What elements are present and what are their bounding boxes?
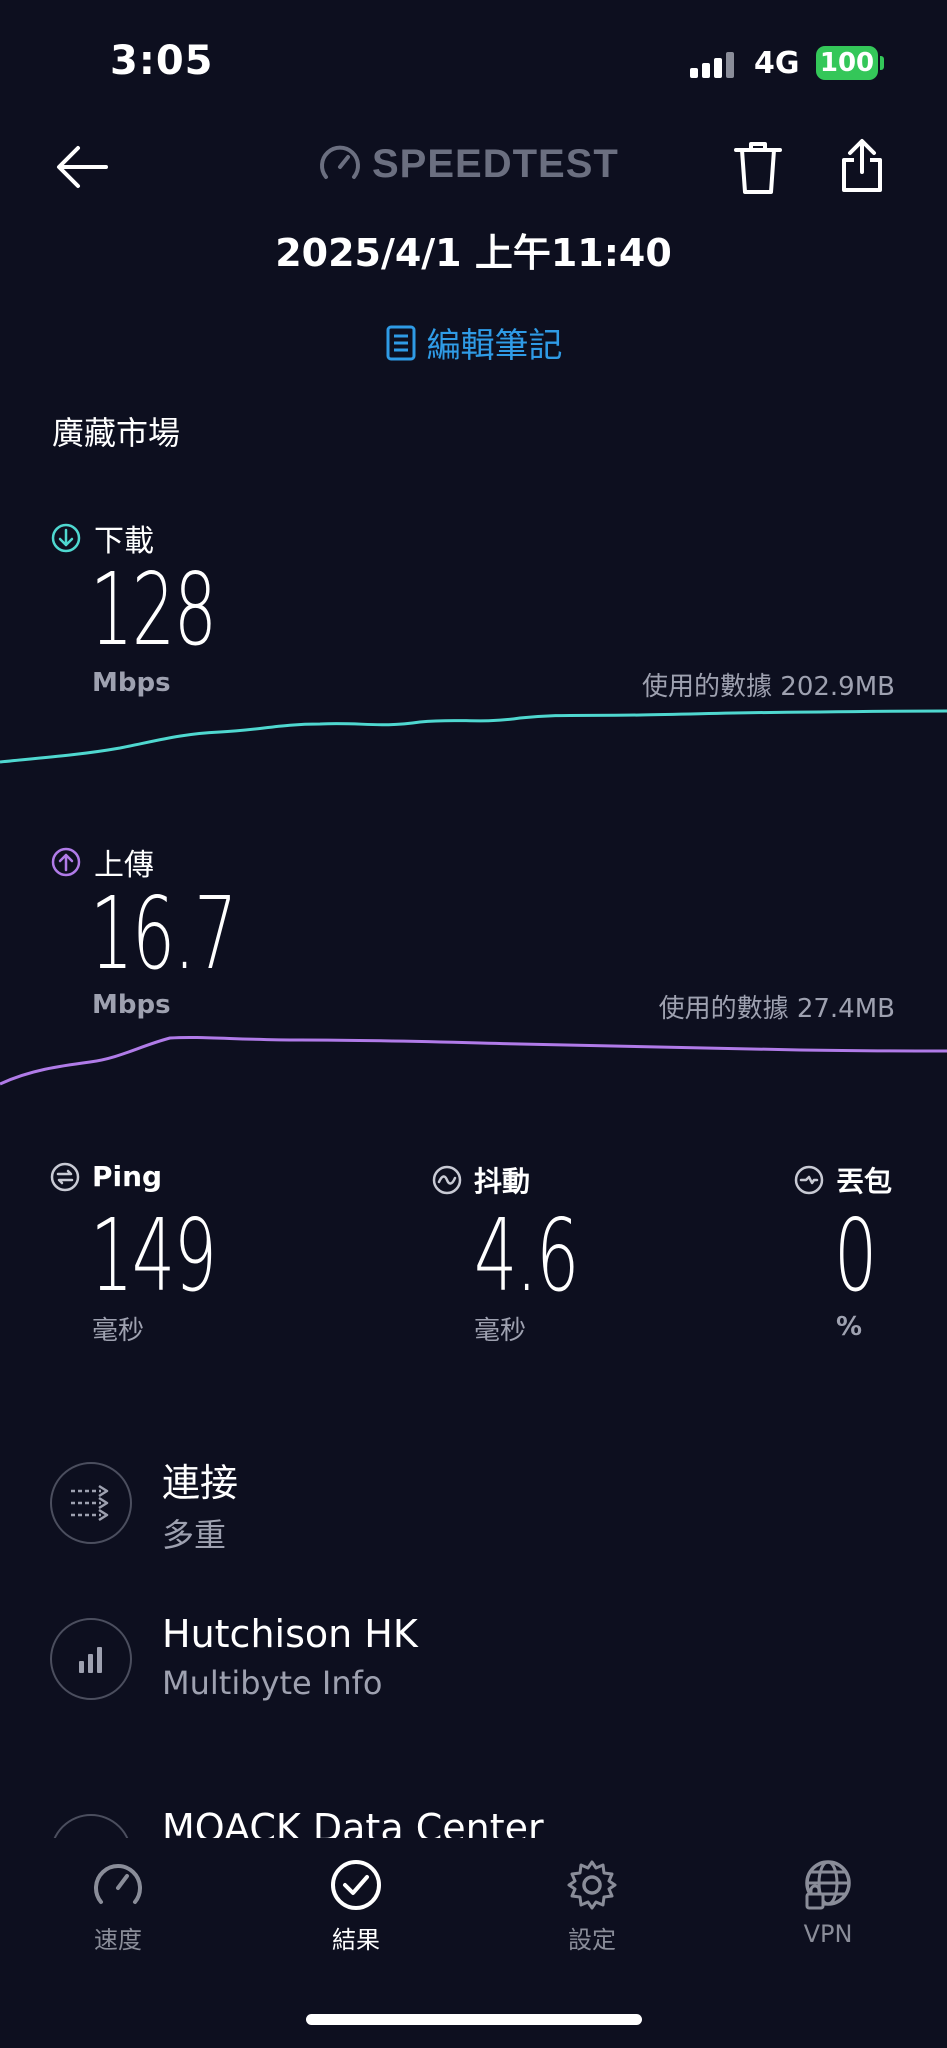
nav-speed-label: 速度 [94, 1926, 142, 1954]
jitter-icon [432, 1165, 462, 1195]
ping-label-text: Ping [92, 1160, 163, 1193]
ping-value: 149 [90, 1197, 217, 1314]
ping-icon [50, 1162, 80, 1191]
connections-icon [50, 1462, 132, 1544]
check-circle-icon [331, 1860, 381, 1910]
nav-results[interactable]: 結果 [276, 1858, 436, 1955]
location-label: 廣藏市場 [52, 414, 181, 452]
speedtest-logo: SPEEDTEST [318, 142, 619, 187]
share-button[interactable] [834, 136, 890, 196]
jitter-unit: 毫秒 [474, 1316, 527, 1346]
provider-signal-icon [50, 1618, 132, 1700]
download-unit: Mbps [92, 668, 171, 698]
connections-title: 連接 [162, 1461, 239, 1505]
download-graph [0, 709, 947, 764]
nav-settings-label: 設定 [568, 1926, 616, 1954]
signal-strength-icon [690, 48, 734, 78]
jitter-value: 4.6 [474, 1197, 579, 1314]
status-time: 3:05 [110, 38, 214, 84]
upload-value: 16.7 [90, 875, 237, 992]
connections-subtitle: 多重 [162, 1516, 227, 1554]
download-value: 128 [90, 551, 217, 668]
packet-loss-value: 0 [834, 1197, 877, 1314]
share-icon [842, 139, 882, 192]
upload-graph [0, 1035, 947, 1086]
battery-tip [880, 56, 884, 70]
packet-loss-unit: % [836, 1312, 863, 1342]
nav-vpn-label: VPN [803, 1920, 853, 1948]
jitter-label: 抖動 [432, 1160, 530, 1200]
provider-subtitle: Multibyte Info [162, 1664, 383, 1702]
jitter-label-text: 抖動 [474, 1165, 531, 1198]
nav-settings[interactable]: 設定 [512, 1858, 672, 1955]
globe-lock-icon [805, 1860, 851, 1910]
edit-note-label: 編輯筆記 [426, 326, 563, 366]
logo-text: SPEEDTEST [372, 142, 619, 186]
speedometer-icon [320, 145, 360, 179]
ping-unit: 毫秒 [92, 1316, 145, 1346]
download-data-used: 使用的數據 202.9MB [642, 672, 895, 702]
gear-icon [567, 1860, 617, 1910]
packet-loss-label: 丟包 [794, 1160, 892, 1200]
trash-icon [734, 142, 782, 194]
packet-loss-icon [794, 1165, 824, 1195]
ping-label: Ping [50, 1160, 162, 1193]
battery-level: 100 [816, 46, 878, 80]
download-icon [51, 523, 81, 553]
upload-unit: Mbps [92, 990, 171, 1020]
packet-loss-label-text: 丟包 [836, 1165, 893, 1198]
home-indicator [306, 2014, 642, 2025]
nav-vpn[interactable]: VPN [748, 1858, 908, 1948]
nav-results-label: 結果 [332, 1926, 380, 1954]
network-type: 4G [754, 46, 800, 81]
provider-title: Hutchison HK [162, 1612, 418, 1656]
nav-speed[interactable]: 速度 [38, 1858, 198, 1955]
speedometer-icon [94, 1864, 142, 1904]
note-icon [386, 325, 415, 360]
test-date: 2025/4/1 上午11:40 [275, 231, 672, 275]
edit-note-button[interactable]: 編輯筆記 [0, 318, 947, 367]
back-button[interactable] [52, 142, 112, 192]
upload-icon [51, 847, 81, 877]
back-arrow-icon [57, 146, 108, 188]
delete-button[interactable] [728, 138, 788, 198]
